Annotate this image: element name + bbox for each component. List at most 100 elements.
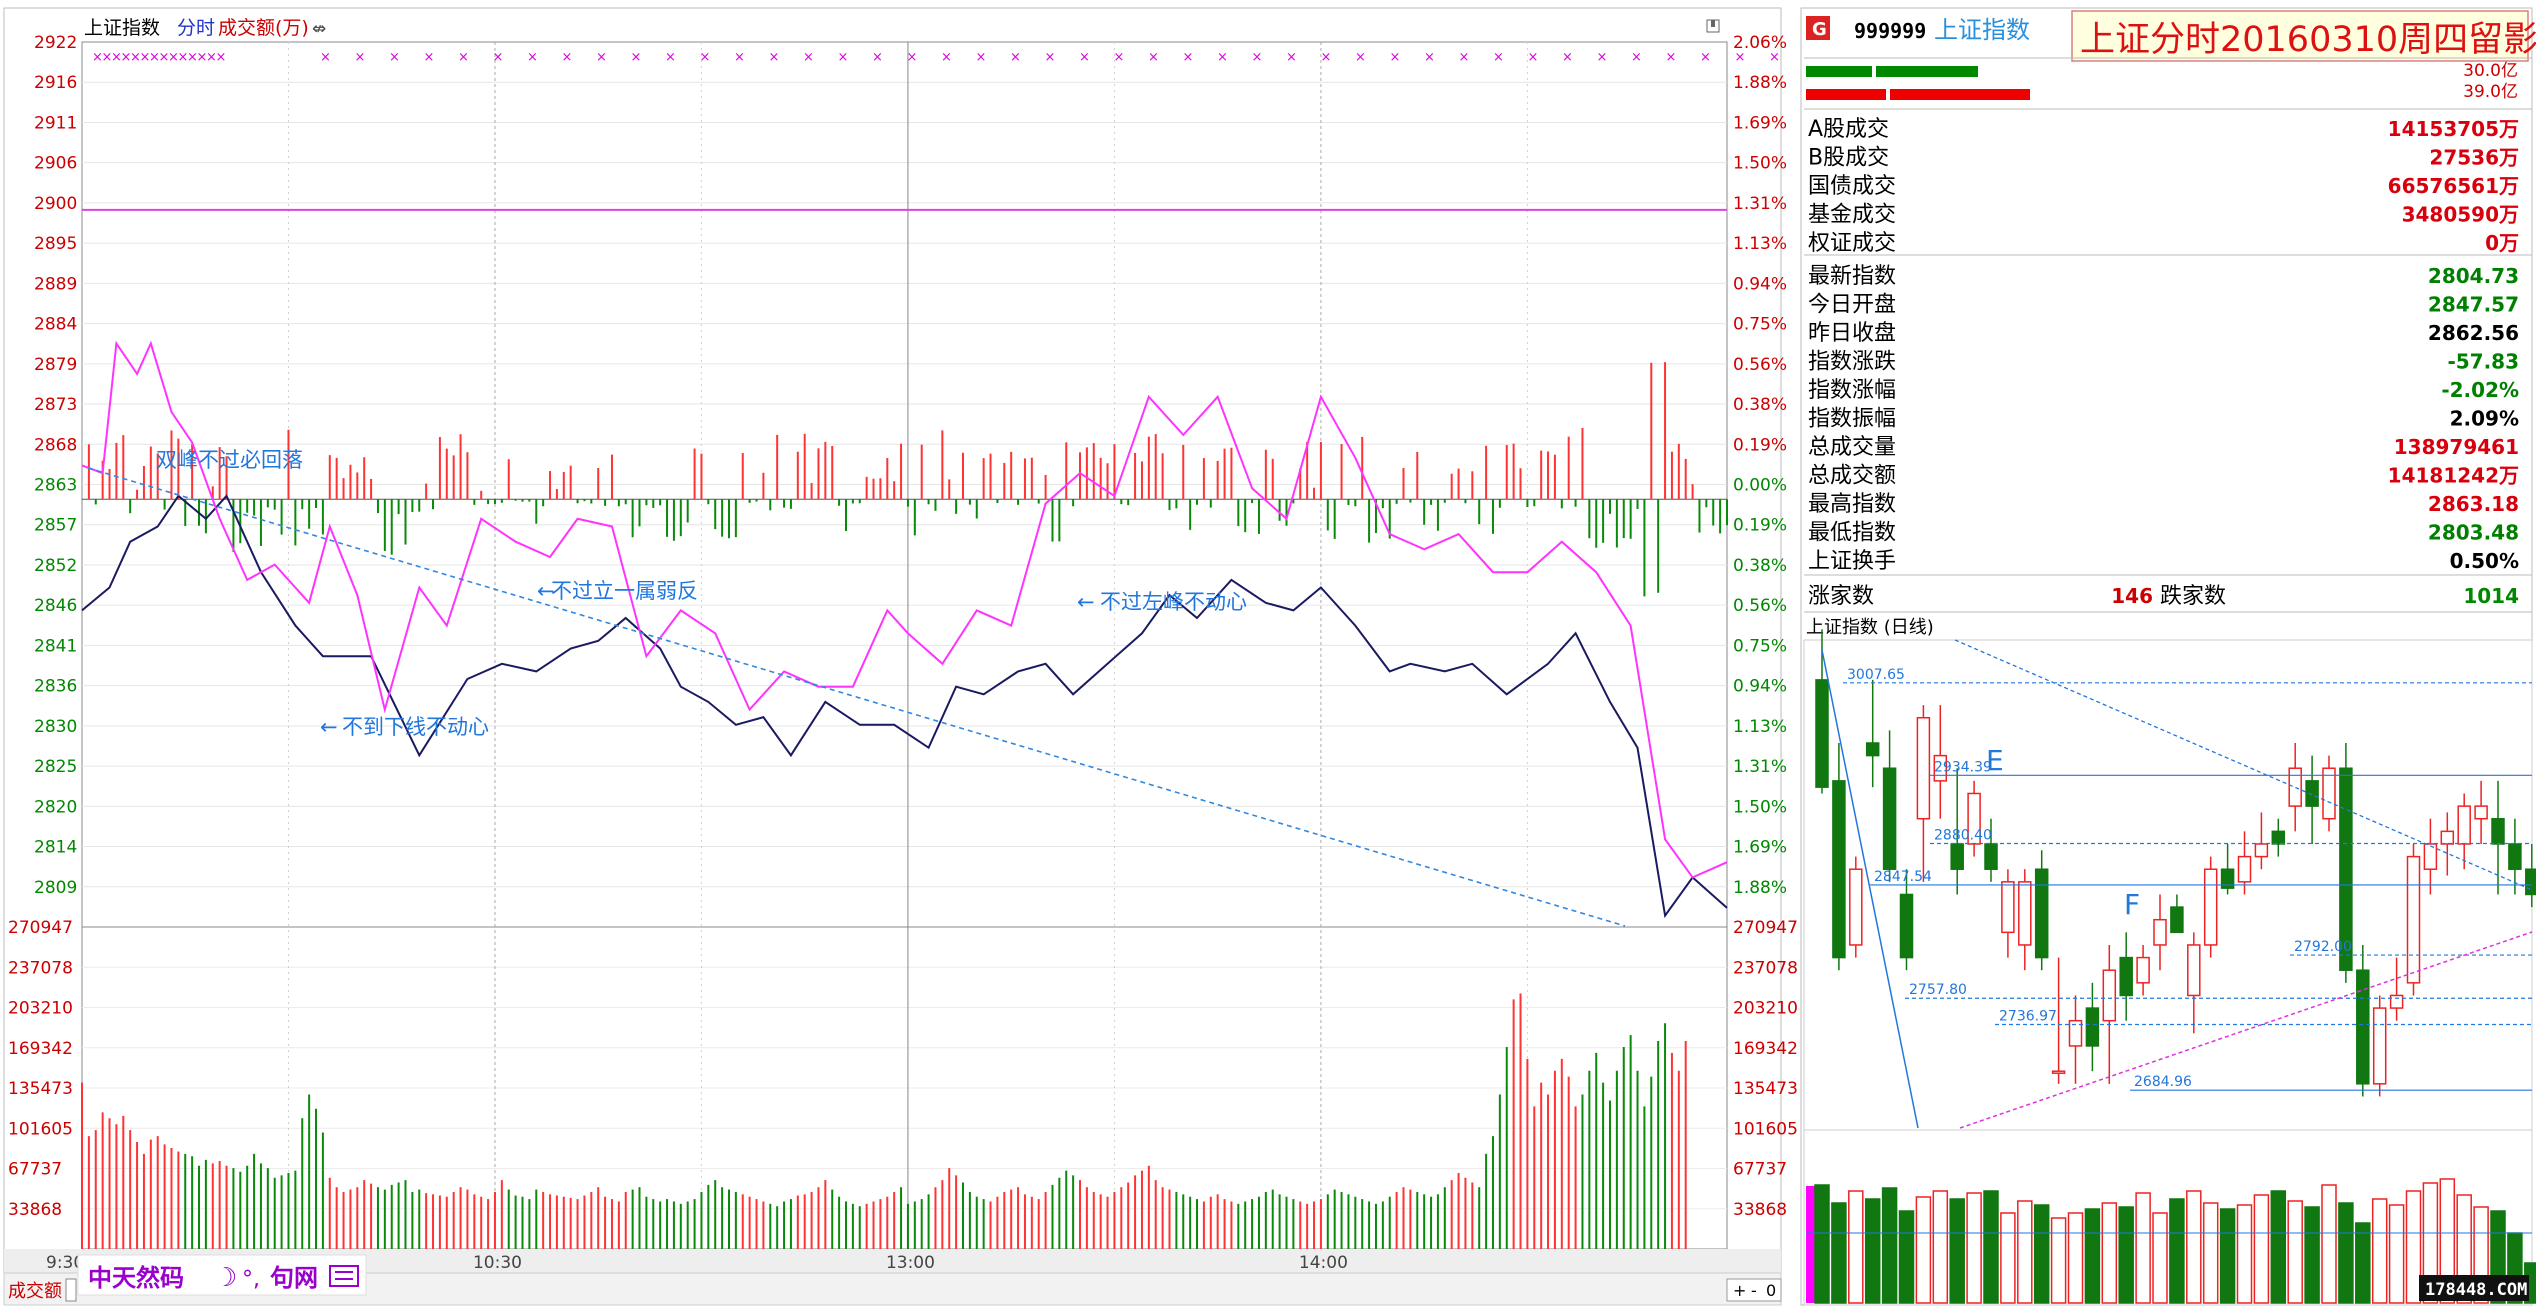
candle-body <box>1984 843 1998 870</box>
daily-vol-bar <box>2405 1190 2422 1304</box>
daily-vol-bar <box>1915 1196 1932 1304</box>
vol-tick-label: 237078 <box>8 958 73 978</box>
svg-text:×: × <box>1459 50 1470 65</box>
stat-value: 138979461 <box>2394 435 2519 459</box>
candle-body <box>1899 893 1914 959</box>
candle-body <box>2018 881 2032 946</box>
vol-tick-label: 33868 <box>1733 1200 1787 1220</box>
candle-body <box>1916 716 1931 820</box>
daily-vol-bar <box>2000 1212 2016 1304</box>
svg-text:×: × <box>355 50 366 65</box>
y-tick-label: 2873 <box>34 395 77 415</box>
svg-text:×: × <box>596 50 607 65</box>
y-tick-label: 2906 <box>34 154 77 174</box>
svg-text:×: × <box>389 50 400 65</box>
y-tick-label-pct: 0.56% <box>1733 596 1787 616</box>
daily-vol-bar <box>2050 1217 2067 1304</box>
zoom-controls: + - 0 <box>1726 1278 1782 1302</box>
stat-label: 总成交量 <box>1808 435 1896 460</box>
tab-timeshare[interactable]: 分时 <box>177 17 215 39</box>
y-tick-label-pct: 0.94% <box>1733 274 1787 294</box>
daily-vol-bar <box>2186 1190 2202 1304</box>
y-tick-label: 2895 <box>34 234 77 254</box>
stat-label: 最高指数 <box>1808 492 1896 517</box>
candle-body <box>2305 780 2319 807</box>
y-tick-label: 2889 <box>34 274 77 294</box>
zoom-reset-button[interactable]: 0 <box>1766 1281 1776 1300</box>
daily-chart-title: 上证指数 (日线) <box>1806 617 1934 638</box>
x-tick-label: 10:30 <box>473 1253 522 1273</box>
daily-vol-bar <box>2321 1184 2337 1304</box>
daily-vol-bar <box>2067 1212 2084 1304</box>
y-tick-label-pct: 1.88% <box>1733 73 1787 93</box>
stat-value: 14181242万 <box>2388 464 2519 488</box>
svg-text:×: × <box>1562 50 1573 65</box>
candle-body <box>2474 805 2488 820</box>
svg-text:×: × <box>1424 50 1435 65</box>
daily-vol-bar <box>2253 1194 2270 1304</box>
svg-text:×: × <box>1183 50 1194 65</box>
svg-text:×: × <box>1666 50 1677 65</box>
svg-text:×: × <box>700 50 711 65</box>
stat-label: A股成交 <box>1808 117 1889 142</box>
candle-body <box>2203 868 2218 946</box>
candle-body <box>2085 1007 2100 1047</box>
y-tick-label: 2830 <box>34 717 77 737</box>
stock-code: 999999 <box>1854 19 1926 43</box>
daily-vol-bar <box>1898 1210 1915 1304</box>
level-label: 2847.54 <box>1874 869 1932 885</box>
stat-value: 2847.57 <box>2428 293 2519 317</box>
stat-label: 昨日收盘 <box>1808 321 1896 346</box>
y-tick-label: 2836 <box>34 677 77 697</box>
settings-arrow-icon[interactable]: ⇎ <box>312 19 326 39</box>
svg-text:×: × <box>1114 50 1125 65</box>
svg-text:×: × <box>1355 50 1366 65</box>
candle-body <box>1832 780 1846 959</box>
info-panel: G 999999 上证指数 上证分时20160310周四留影 30.0亿 39.… <box>1800 7 2536 1306</box>
y-tick-label-pct: 0.75% <box>1733 636 1787 656</box>
daily-vol-bar <box>2135 1192 2151 1304</box>
level-label: 2880.40 <box>1934 827 1992 843</box>
stat-value: 2863.18 <box>2428 492 2519 516</box>
candle-body <box>1815 679 1829 788</box>
level-label: 2736.97 <box>1999 1009 2057 1025</box>
svg-text:×: × <box>1597 50 1608 65</box>
svg-text:G: G <box>1812 19 1827 40</box>
svg-text:中天然码: 中天然码 <box>88 1264 184 1292</box>
y-tick-label: 2922 <box>34 33 77 53</box>
daily-vol-bar <box>2388 1204 2405 1304</box>
tab-volume-footer[interactable]: 成交额 <box>8 1281 62 1302</box>
y-tick-label-pct: 0.38% <box>1733 556 1787 576</box>
level-label: 2934.39 <box>1934 759 1992 775</box>
svg-text:×: × <box>769 50 780 65</box>
stat-value: 3480590万 <box>2402 203 2519 227</box>
candle-body <box>2034 868 2049 959</box>
candle-body <box>2288 767 2302 807</box>
candle-body <box>2440 830 2455 845</box>
bar-green-2 <box>1876 66 1978 77</box>
svg-text:×: × <box>424 50 435 65</box>
candle-body <box>2508 843 2522 870</box>
level-label: 2792.00 <box>2294 939 2352 955</box>
stat-value: 0万 <box>2485 231 2519 255</box>
daily-vol-bar <box>2017 1200 2033 1304</box>
svg-text:×: × <box>527 50 538 65</box>
svg-text:×: × <box>1493 50 1504 65</box>
svg-text:×: × <box>734 50 745 65</box>
tab-volume[interactable]: 成交额(万) <box>218 17 309 39</box>
svg-text:×: × <box>907 50 918 65</box>
daily-vol-bar <box>2101 1202 2118 1304</box>
candle-body <box>2153 918 2167 946</box>
annotation-2: ← 不过立一属弱反 <box>537 579 698 603</box>
svg-text:双峰不过必回落: 双峰不过必回落 <box>156 448 303 472</box>
stat-label: 最低指数 <box>1808 521 1896 546</box>
x-tick-label: 13:00 <box>886 1253 935 1273</box>
candle-body <box>1882 767 1897 870</box>
svg-text:×: × <box>1252 50 1263 65</box>
daily-vol-bar <box>1848 1190 1864 1304</box>
candle-body <box>1950 843 1964 870</box>
zoom-out-button[interactable]: - <box>1751 1281 1757 1300</box>
x-tick-label: 14:00 <box>1299 1253 1348 1273</box>
y-tick-label-pct: 0.94% <box>1733 677 1787 697</box>
zoom-in-button[interactable]: + <box>1733 1281 1746 1300</box>
